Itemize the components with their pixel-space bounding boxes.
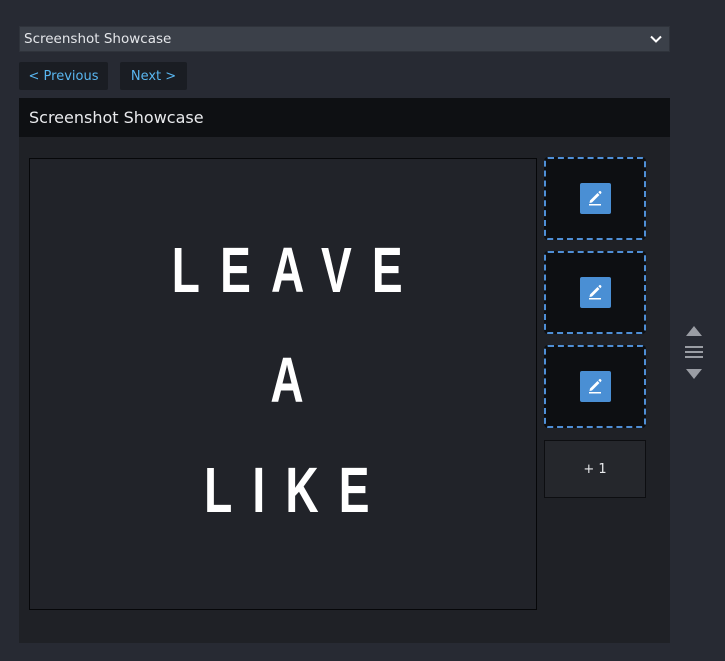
main-screenshot[interactable]: LEAVE A LIKE: [29, 158, 537, 610]
screenshot-slot[interactable]: [544, 251, 646, 334]
showcase-select[interactable]: Screenshot Showcase: [19, 26, 670, 52]
edit-button[interactable]: [579, 183, 611, 214]
move-up-icon[interactable]: [686, 321, 702, 340]
pencil-edit-icon: [586, 376, 604, 398]
screenshot-text-line: A: [270, 344, 324, 416]
more-count-label: + 1: [583, 461, 607, 477]
previous-button[interactable]: < Previous: [19, 62, 108, 90]
pencil-edit-icon: [586, 188, 604, 210]
screenshot-text-line: LIKE: [204, 454, 390, 526]
edit-button[interactable]: [579, 371, 611, 402]
panel-header: Screenshot Showcase: [19, 98, 670, 137]
showcase-select-value: Screenshot Showcase: [24, 31, 172, 47]
screenshot-slot[interactable]: [544, 157, 646, 240]
edit-button[interactable]: [579, 277, 611, 308]
screenshot-slot[interactable]: [544, 345, 646, 428]
pencil-edit-icon: [586, 282, 604, 304]
showcase-panel: Screenshot Showcase LEAVE A LIKE + 1: [19, 98, 670, 643]
drag-handle-icon[interactable]: [685, 343, 703, 362]
reorder-controls: [685, 321, 703, 383]
move-down-icon[interactable]: [686, 364, 702, 383]
next-button[interactable]: Next >: [120, 62, 187, 90]
screenshot-text-line: LEAVE: [171, 234, 423, 306]
more-screenshots-tile[interactable]: + 1: [544, 440, 646, 498]
panel-title: Screenshot Showcase: [29, 108, 204, 127]
chevron-down-icon: [649, 32, 663, 46]
